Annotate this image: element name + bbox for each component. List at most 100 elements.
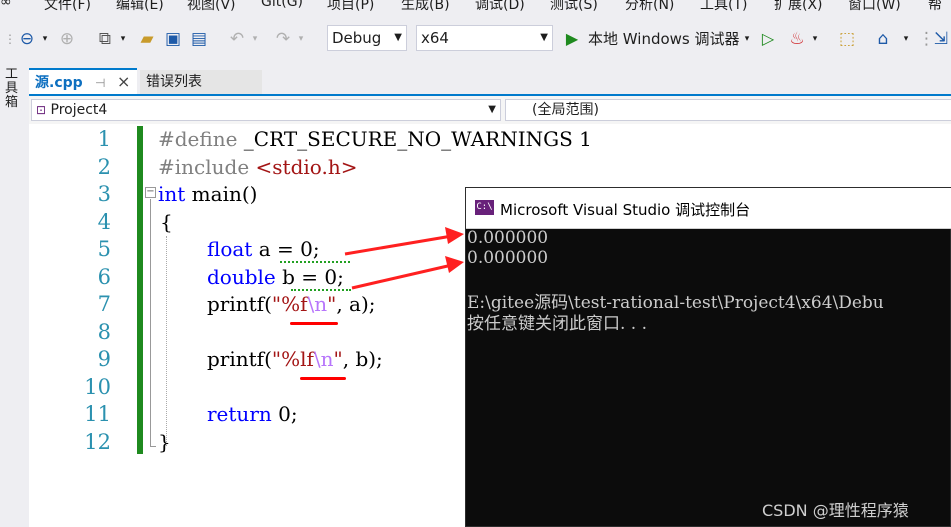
menu-edit[interactable]: 编辑(E) [116, 0, 164, 14]
run-debugger-button[interactable]: 本地 Windows 调试器 [588, 28, 740, 50]
open-folder-icon[interactable]: ▰ [136, 28, 158, 50]
annotation-underline [290, 322, 338, 325]
save-all-icon[interactable]: ▤ [188, 28, 210, 50]
code-line-4: { [160, 210, 173, 234]
code-token: "%lf [271, 347, 314, 371]
console-title-bar[interactable]: C:\ Microsoft Visual Studio 调试控制台 [466, 188, 951, 229]
code-token: main() [185, 182, 258, 206]
menu-tools[interactable]: 工具(T) [700, 0, 747, 14]
tab-source-cpp-label: 源.cpp [35, 75, 83, 91]
menu-project[interactable]: 项目(P) [327, 0, 374, 14]
toolbox-strip[interactable]: 工具箱 [0, 62, 30, 527]
tab-source-cpp[interactable]: 源.cpp ⊣ × [29, 68, 137, 96]
pin-icon[interactable]: ⊣ [95, 71, 105, 95]
code-token: \n [313, 347, 334, 371]
chevron-down-icon: ▼ [488, 104, 496, 115]
menu-view[interactable]: 视图(V) [187, 0, 236, 14]
document-tab-bar: 源.cpp ⊣ × 错误列表 [29, 62, 951, 96]
line-number: 9 [97, 347, 111, 371]
redo-dropdown-icon[interactable]: ▾ [296, 28, 306, 50]
run-dropdown-icon[interactable]: ▾ [742, 28, 752, 50]
menu-git[interactable]: Git(G) [261, 0, 303, 10]
fold-guide [150, 199, 151, 446]
tab-error-list[interactable]: 错误列表 [140, 70, 262, 94]
toolbar-overflow-icon[interactable]: ⋮ [918, 28, 935, 50]
live-share-icon[interactable]: ⇲ [932, 28, 950, 50]
console-title: Microsoft Visual Studio 调试控制台 [500, 201, 751, 219]
config-select[interactable]: Debug ▼ [327, 25, 407, 51]
line-number: 7 [97, 292, 111, 316]
watermark: CSDN @理性程序猿 [762, 501, 909, 520]
platform-select[interactable]: x64 ▼ [416, 25, 553, 51]
menu-window[interactable]: 窗口(W) [848, 0, 901, 14]
code-line-12: } [158, 430, 171, 454]
redo-icon[interactable]: ↷ [272, 28, 294, 50]
new-item-icon[interactable]: ⧉ [94, 28, 116, 50]
play-icon[interactable]: ▶ [562, 28, 582, 50]
line-number: 4 [97, 210, 111, 234]
layout-dropdown-icon[interactable]: ▾ [900, 28, 912, 50]
menu-extensions[interactable]: 扩展(X) [774, 0, 823, 14]
toolbox-label[interactable]: 工具箱 [5, 68, 19, 110]
code-line-11: return 0; [207, 402, 298, 426]
debug-console-window[interactable]: C:\ Microsoft Visual Studio 调试控制台 0.0000… [465, 187, 951, 527]
menu-test[interactable]: 测试(S) [550, 0, 598, 14]
code-token: <stdio.h> [249, 155, 358, 179]
close-icon[interactable]: × [117, 70, 130, 94]
menu-debug[interactable]: 调试(D) [475, 0, 525, 14]
code-token: printf( [207, 347, 272, 371]
code-token: , b); [342, 347, 383, 371]
back-dropdown-icon[interactable]: ▾ [40, 28, 50, 50]
code-token: { [160, 210, 173, 234]
line-number: 11 [84, 402, 111, 426]
code-token: " [327, 292, 337, 316]
line-number: 5 [97, 237, 111, 261]
solution-folder-icon[interactable]: ⬚ [836, 28, 858, 50]
scope-select[interactable]: (全局范围) [505, 99, 951, 121]
toolbar-grip-icon: ⋮ [4, 32, 16, 46]
code-line-2: #include <stdio.h> [158, 155, 357, 179]
code-token: float [207, 237, 253, 261]
code-token: double [207, 265, 276, 289]
forward-icon[interactable]: ⊕ [56, 28, 78, 50]
code-token: \n [307, 292, 328, 316]
code-token: printf( [207, 292, 272, 316]
code-token: } [158, 430, 171, 454]
vs-logo-icon[interactable]: ∞ [0, 0, 12, 10]
collapse-icon[interactable]: − [145, 187, 156, 198]
code-token: 0; [271, 402, 298, 426]
hot-reload-dropdown-icon[interactable]: ▾ [810, 28, 820, 50]
new-item-dropdown-icon[interactable]: ▾ [118, 28, 128, 50]
window-layout-icon[interactable]: ⌂ [872, 28, 894, 50]
line-number: 10 [84, 375, 111, 399]
code-token: "%f [271, 292, 308, 316]
undo-dropdown-icon[interactable]: ▾ [250, 28, 260, 50]
back-icon[interactable]: ⊖ [16, 28, 38, 50]
menu-help[interactable]: 帮 [928, 0, 942, 14]
project-select[interactable]: ⊡ Project4 ▼ [31, 99, 501, 121]
code-line-3: int main() [158, 182, 257, 206]
config-value: Debug [332, 29, 382, 47]
console-output-line: 0.000000 [467, 228, 549, 248]
menu-build[interactable]: 生成(B) [401, 0, 450, 14]
code-token: int [158, 182, 186, 206]
code-line-9: printf("%lf\n", b); [207, 347, 383, 371]
start-without-debugging-icon[interactable]: ▷ [758, 28, 778, 50]
project-icon: ⊡ [36, 103, 47, 117]
code-token: #include [158, 155, 250, 179]
line-number: 1 [97, 127, 111, 151]
code-token: return [207, 402, 272, 426]
hot-reload-icon[interactable]: ♨ [786, 28, 808, 50]
line-number: 3 [97, 182, 111, 206]
save-icon[interactable]: ▣ [162, 28, 184, 50]
navigation-bar: ⊡ Project4 ▼ (全局范围) [29, 96, 951, 125]
scope-value: (全局范围) [532, 102, 599, 118]
undo-icon[interactable]: ↶ [226, 28, 248, 50]
menu-file[interactable]: 文件(F) [44, 0, 91, 14]
code-token: #define [158, 127, 238, 151]
code-token: , a); [336, 292, 376, 316]
menu-analyze[interactable]: 分析(N) [625, 0, 674, 14]
console-output-line: 0.000000 [467, 248, 549, 268]
console-output-line: 按任意键关闭此窗口. . . [467, 314, 648, 334]
code-token: _CRT_SECURE_NO_WARNINGS 1 [237, 127, 592, 151]
